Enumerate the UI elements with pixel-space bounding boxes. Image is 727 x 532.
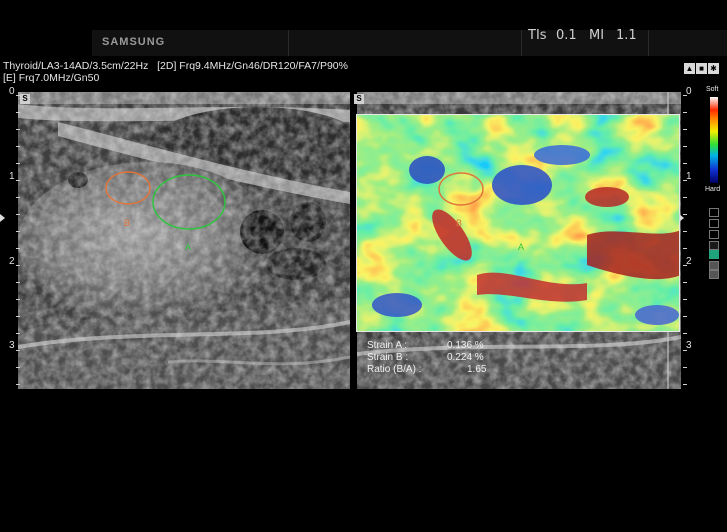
depth-label-left-2: 2 [9, 256, 15, 267]
strain-roi-a-label: A [518, 242, 525, 252]
probe-name: LA3-14AD [40, 60, 90, 72]
depth-label-left-3: 3 [9, 340, 15, 351]
mi-value: 1.1 [616, 28, 637, 43]
strain-a-label: Strain A : [367, 340, 408, 351]
depth-tick [683, 316, 687, 317]
probe-icon: ▲ [684, 63, 695, 74]
depth-tick [683, 197, 687, 198]
mi-label: MI [589, 28, 605, 43]
tis-value: 0.1 [556, 28, 577, 43]
depth-tick [683, 129, 687, 130]
strain-colorbar [710, 97, 718, 183]
depth-tick [683, 282, 687, 283]
mode-e: [E] [3, 72, 16, 84]
depth-tick [683, 299, 687, 300]
depth-tick [16, 384, 20, 385]
quality-square [709, 230, 719, 239]
depth-tick [16, 333, 20, 334]
ratio-label: Ratio (B/A) : [367, 364, 422, 375]
depth-tick [683, 163, 687, 164]
depth-tick [683, 384, 687, 385]
depth-tick [683, 180, 687, 181]
header-divider [521, 30, 522, 56]
view-marker-left: S [20, 94, 30, 104]
depth-label-left-0: 0 [9, 86, 15, 97]
quality-square-active [709, 250, 719, 259]
strain-b-label: Strain B : [367, 352, 409, 363]
depth-tick [16, 112, 20, 113]
depth-tick [16, 163, 20, 164]
colorbar-hard-label: Hard [705, 186, 721, 193]
depth-tick [16, 248, 20, 249]
focus-marker-right-icon [679, 214, 684, 222]
depth-tick [16, 282, 20, 283]
depth-label-left-1: 1 [9, 171, 15, 182]
depth-tick [683, 333, 687, 334]
depth-tick [683, 95, 687, 96]
quality-square [709, 261, 719, 270]
mode-2d: [2D] [157, 60, 177, 72]
depth-tick [16, 231, 20, 232]
strain-roi-b-label: B [456, 218, 463, 228]
depth-tick [16, 197, 20, 198]
depth-tick [16, 316, 20, 317]
roi-a-label: A [185, 242, 192, 252]
freeze-icon: ✱ [708, 63, 719, 74]
depth-tick [16, 299, 20, 300]
depth-value: 3.5cm [92, 60, 121, 72]
scan-info-line: Thyroid/LA3-14AD/3.5cm/22Hz [2D] Frq9.4M… [3, 60, 348, 72]
focus-marker-left-icon [0, 214, 5, 222]
depth-tick [16, 180, 20, 181]
depth-tick [16, 265, 20, 266]
brand-logo: SAMSUNG [102, 36, 166, 48]
bmode-picture [18, 92, 350, 389]
ratio-value: 1.65 [467, 364, 487, 375]
quality-square [709, 219, 719, 228]
strain-colormap [357, 115, 679, 331]
depth-tick [683, 367, 687, 368]
colorbar-soft-label: Soft [706, 86, 719, 93]
depth-tick [683, 112, 687, 113]
body-mark-icon: ■ [696, 63, 707, 74]
header-divider [288, 30, 289, 56]
header-divider [648, 30, 649, 56]
depth-tick [16, 350, 20, 351]
tis-label: TIs [528, 28, 547, 43]
depth-tick [16, 146, 20, 147]
settings-e: Frq7.0MHz/Gn50 [18, 72, 100, 84]
quality-square [709, 270, 719, 279]
settings-2d: Frq9.4MHz/Gn46/DR120/FA7/P90% [179, 60, 348, 72]
depth-tick [16, 129, 20, 130]
depth-tick [683, 214, 687, 215]
depth-tick [683, 265, 687, 266]
strain-elastogram [356, 114, 680, 332]
view-marker-right: S [354, 94, 364, 104]
roi-b-label: B [124, 218, 131, 228]
bmode-image [18, 92, 350, 389]
depth-tick [683, 231, 687, 232]
quality-square [709, 241, 719, 250]
preset-name: Thyroid [3, 60, 39, 72]
depth-tick [683, 350, 687, 351]
frame-rate: 22Hz [123, 60, 149, 72]
quality-square [709, 208, 719, 217]
strain-a-value: 0.136 % [447, 340, 484, 351]
depth-tick [16, 214, 20, 215]
elasto-info-line: [E] Frq7.0MHz/Gn50 [3, 72, 99, 84]
depth-tick [16, 367, 20, 368]
depth-tick [16, 95, 20, 96]
strain-b-value: 0.224 % [447, 352, 484, 363]
depth-tick [683, 146, 687, 147]
depth-tick [683, 248, 687, 249]
